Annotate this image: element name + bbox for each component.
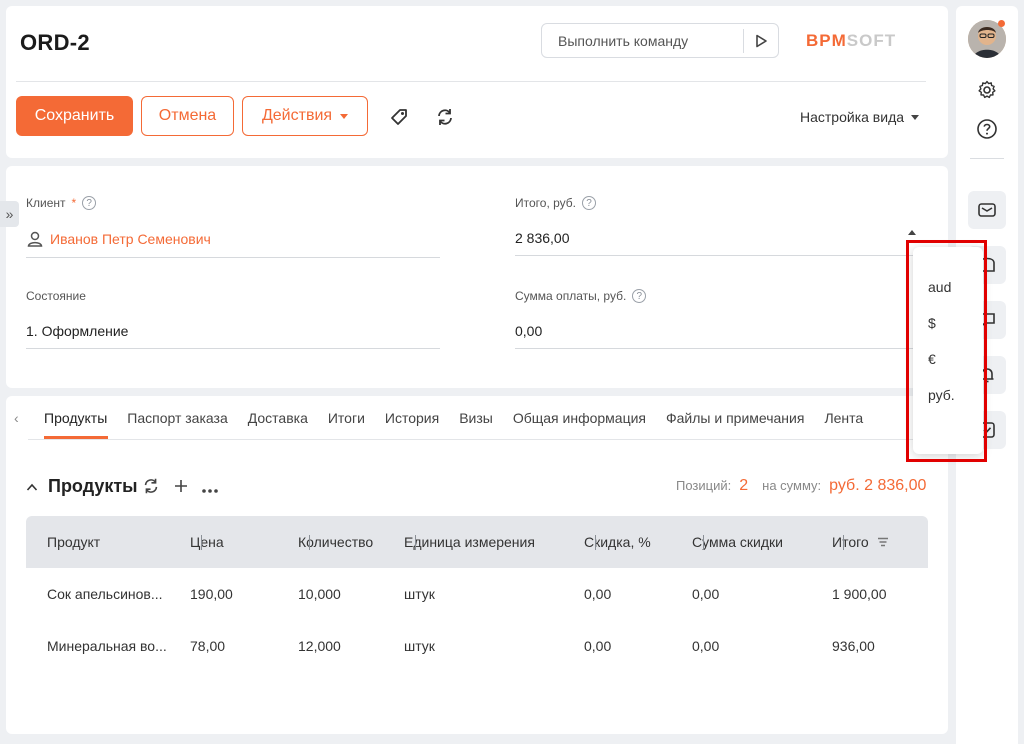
products-summary: Позиций: 2 на сумму: руб. 2 836,00	[676, 477, 926, 495]
product-cell[interactable]: Сок апельсинов...	[26, 586, 186, 602]
sync-icon[interactable]	[434, 106, 456, 133]
help-icon[interactable]: ?	[632, 289, 647, 303]
column-header[interactable]: Единица измерения	[400, 534, 580, 550]
product-cell[interactable]: Минеральная во...	[26, 638, 186, 654]
save-button[interactable]: Сохранить	[16, 96, 133, 136]
sidebar-divider	[970, 158, 1004, 159]
currency-dropdown: aud $ € руб.	[913, 247, 983, 454]
chevron-down-icon	[911, 114, 920, 120]
currency-option[interactable]: €	[913, 341, 983, 377]
actions-label: Действия	[261, 107, 333, 124]
table-row[interactable]: Сок апельсинов... 190,00 10,000 штук 0,0…	[26, 568, 928, 620]
column-header[interactable]: Цена	[186, 534, 294, 550]
payment-value[interactable]: 0,00	[515, 323, 929, 349]
grid-header: Продукт Цена Количество Единица измерени…	[26, 516, 928, 568]
currency-option[interactable]: руб.	[913, 377, 983, 413]
gear-icon[interactable]	[975, 78, 999, 102]
products-section-title[interactable]: Продукты	[26, 476, 138, 497]
page-title: ORD-2	[20, 30, 90, 55]
unit-cell: штук	[404, 586, 435, 602]
tab-history[interactable]: История	[385, 410, 439, 426]
header-divider	[16, 81, 926, 82]
products-toolbar	[141, 476, 219, 501]
tab-bar: Продукты Паспорт заказа Доставка Итоги И…	[44, 410, 863, 426]
discount-sum-cell: 0,00	[692, 586, 720, 602]
logo: BPMSOFT	[806, 31, 896, 51]
chevron-up-icon	[26, 483, 38, 491]
view-settings-button[interactable]: Настройка вида	[800, 109, 920, 125]
help-icon[interactable]: ?	[82, 196, 97, 210]
command-placeholder[interactable]: Выполнить команду	[542, 33, 743, 49]
column-header[interactable]: Количество	[294, 534, 400, 550]
tab-products[interactable]: Продукты	[44, 410, 107, 426]
tabs-divider	[28, 439, 926, 440]
quantity-cell: 12,000	[298, 638, 341, 654]
chevron-left-icon[interactable]: ‹	[14, 410, 19, 426]
sort-icon	[877, 537, 888, 547]
tab-order-passport[interactable]: Паспорт заказа	[127, 410, 227, 426]
user-icon	[27, 231, 43, 247]
tab-feed[interactable]: Лента	[824, 410, 863, 426]
tab-totals[interactable]: Итоги	[328, 410, 365, 426]
total-field: Итого, руб. ? 2 836,00	[515, 196, 929, 256]
client-label: Клиент * ?	[26, 196, 440, 210]
discount-cell: 0,00	[584, 638, 612, 654]
sum-value: руб. 2 836,00	[829, 477, 927, 494]
quantity-cell: 10,000	[298, 586, 341, 602]
state-field: Состояние 1. Оформление	[26, 289, 440, 349]
products-grid: Продукт Цена Количество Единица измерени…	[26, 516, 928, 672]
sum-label: на сумму:	[762, 478, 822, 493]
tag-icon[interactable]	[388, 106, 410, 133]
price-cell: 190,00	[190, 586, 233, 602]
state-value[interactable]: 1. Оформление	[26, 323, 440, 349]
chevron-down-icon	[340, 113, 349, 119]
payment-field: Сумма оплаты, руб. ? 0,00	[515, 289, 929, 349]
tab-files[interactable]: Файлы и примечания	[666, 410, 804, 426]
tab-delivery[interactable]: Доставка	[248, 410, 308, 426]
cancel-button[interactable]: Отмена	[141, 96, 234, 136]
notification-dot	[998, 20, 1005, 27]
payment-label: Сумма оплаты, руб. ?	[515, 289, 929, 303]
total-label: Итого, руб. ?	[515, 196, 929, 210]
positions-value: 2	[739, 477, 749, 494]
total-cell: 936,00	[832, 638, 875, 654]
total-value[interactable]: 2 836,00	[515, 230, 929, 256]
state-label: Состояние	[26, 289, 86, 303]
email-icon[interactable]	[968, 191, 1006, 229]
unit-cell: штук	[404, 638, 435, 654]
help-icon[interactable]: ?	[582, 196, 596, 210]
column-header[interactable]: Скидка, %	[580, 534, 688, 550]
play-icon[interactable]	[744, 34, 778, 48]
chevron-up-icon[interactable]	[908, 230, 916, 235]
column-header[interactable]: Сумма скидки	[688, 534, 828, 550]
actions-button[interactable]: Действия	[242, 96, 368, 136]
plus-icon[interactable]	[173, 478, 189, 499]
logo-part-2: SOFT	[846, 31, 897, 50]
tab-visas[interactable]: Визы	[459, 410, 493, 426]
column-header[interactable]: Продукт	[26, 534, 186, 550]
required-mark: *	[71, 196, 77, 210]
help-circle-icon[interactable]	[975, 117, 999, 141]
sync-icon[interactable]	[141, 476, 161, 501]
logo-part-1: BPM	[806, 31, 847, 50]
client-field: Клиент * ? Иванов Петр Семенович	[26, 196, 440, 258]
discount-cell: 0,00	[584, 586, 612, 602]
command-input[interactable]: Выполнить команду	[541, 23, 779, 58]
tab-general-info[interactable]: Общая информация	[513, 410, 646, 426]
currency-option[interactable]: $	[913, 305, 983, 341]
table-row[interactable]: Минеральная во... 78,00 12,000 штук 0,00…	[26, 620, 928, 672]
total-cell: 1 900,00	[832, 586, 887, 602]
expand-panel-icon[interactable]: »	[0, 201, 19, 227]
more-icon[interactable]	[201, 478, 219, 499]
view-settings-label: Настройка вида	[800, 109, 905, 125]
discount-sum-cell: 0,00	[692, 638, 720, 654]
currency-option[interactable]: aud	[913, 269, 983, 305]
price-cell: 78,00	[190, 638, 226, 654]
positions-label: Позиций:	[676, 478, 732, 493]
column-header-total[interactable]: Итого	[828, 534, 928, 550]
client-value[interactable]: Иванов Петр Семенович	[26, 230, 440, 258]
